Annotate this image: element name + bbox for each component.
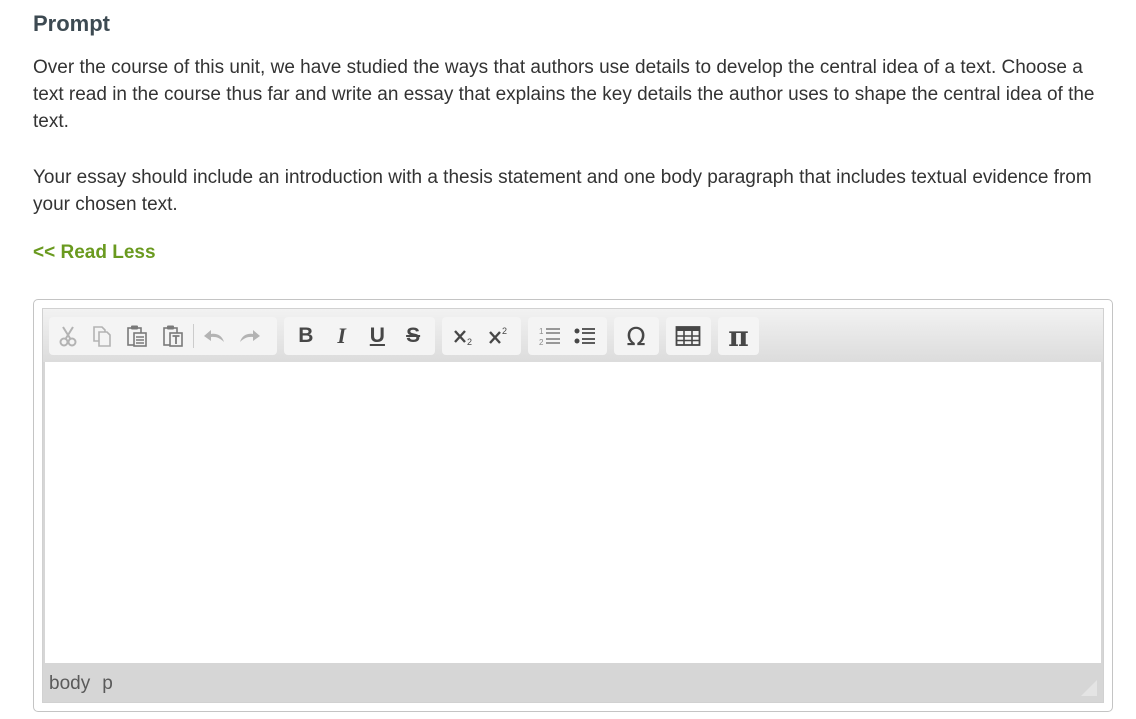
toolbar-group-math: π xyxy=(718,317,759,355)
svg-text:2: 2 xyxy=(539,338,544,347)
path-item-p[interactable]: p xyxy=(102,673,113,694)
bold-glyph: B xyxy=(298,324,314,347)
prompt-paragraph-1: Over the course of this unit, we have st… xyxy=(33,57,1095,132)
superscript-icon[interactable]: 2 xyxy=(482,317,518,355)
strike-glyph: S xyxy=(406,324,421,347)
toolbar-group-special-char: Ω xyxy=(614,317,659,355)
cut-icon[interactable] xyxy=(53,317,83,355)
prompt-paragraph-2: Your essay should include an introductio… xyxy=(33,167,1092,215)
svg-text:1: 1 xyxy=(539,327,544,336)
toolbar-separator xyxy=(193,324,194,348)
svg-text:2: 2 xyxy=(502,326,507,336)
math-equation-button[interactable]: π xyxy=(722,317,755,355)
omega-icon: Ω xyxy=(626,321,646,351)
numbered-list-icon[interactable]: 12 xyxy=(532,317,568,355)
undo-icon[interactable] xyxy=(196,317,232,355)
editor-toolbar: B I U S 2 2 1 2 Ω π xyxy=(43,309,1103,362)
element-path: body p xyxy=(49,673,125,695)
toolbar-group-table xyxy=(666,317,711,355)
prompt-heading: Prompt xyxy=(33,11,110,36)
subscript-icon[interactable]: 2 xyxy=(446,317,482,355)
paste-icon[interactable] xyxy=(119,317,155,355)
special-character-button[interactable]: Ω xyxy=(618,317,654,355)
editor-statusbar: body p xyxy=(43,663,1103,702)
path-item-body[interactable]: body xyxy=(49,673,90,694)
read-less-link[interactable]: << Read Less xyxy=(33,242,156,264)
bold-button[interactable]: B xyxy=(288,317,324,355)
pi-icon: π xyxy=(728,319,749,353)
bulleted-list-icon[interactable] xyxy=(568,317,604,355)
paste-text-icon[interactable] xyxy=(155,317,191,355)
resize-grip-icon[interactable] xyxy=(1081,680,1097,696)
toolbar-group-script: 2 2 xyxy=(442,317,521,355)
essay-editor: B I U S 2 2 1 2 Ω π body p xyxy=(33,299,1113,712)
editor-frame: B I U S 2 2 1 2 Ω π body p xyxy=(42,308,1104,703)
toolbar-group-format: B I U S xyxy=(284,317,435,355)
underline-button[interactable]: U xyxy=(360,317,396,355)
editor-content-area[interactable] xyxy=(45,362,1101,663)
italic-button[interactable]: I xyxy=(324,317,360,355)
underline-glyph: U xyxy=(369,324,385,347)
copy-icon[interactable] xyxy=(83,317,119,355)
strikethrough-button[interactable]: S xyxy=(395,317,431,355)
toolbar-group-lists: 12 xyxy=(528,317,607,355)
toolbar-group-clipboard-history xyxy=(49,317,277,355)
italic-glyph: I xyxy=(337,323,346,348)
svg-text:2: 2 xyxy=(467,337,472,347)
redo-icon[interactable] xyxy=(232,317,268,355)
table-icon[interactable] xyxy=(670,317,706,355)
